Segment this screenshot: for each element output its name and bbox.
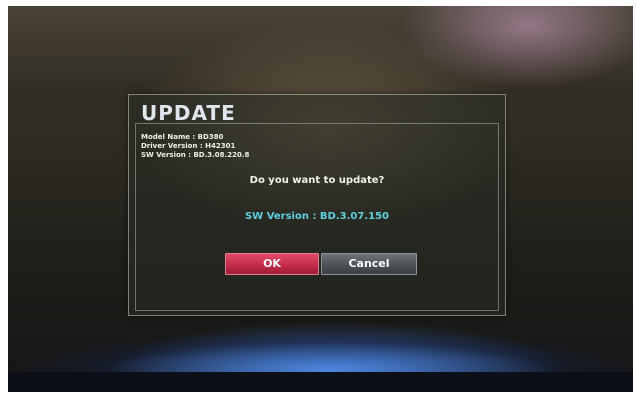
update-question: Do you want to update? — [249, 175, 385, 186]
current-sw-version-text: SW Version : BD.3.08.220.8 — [141, 151, 250, 159]
driver-version-text: Driver Version : H42301 — [141, 142, 236, 150]
photo-frame: UPDATE Model Name : BD380 Driver Version… — [0, 0, 636, 398]
screen-bottom-band — [8, 372, 633, 392]
tv-screen: UPDATE Model Name : BD380 Driver Version… — [8, 6, 633, 392]
dialog-title: UPDATE — [141, 101, 236, 125]
cancel-button[interactable]: Cancel — [321, 253, 417, 275]
ok-button[interactable]: OK — [225, 253, 319, 275]
update-dialog: UPDATE Model Name : BD380 Driver Version… — [128, 94, 506, 316]
model-name-text: Model Name : BD380 — [141, 133, 224, 141]
new-sw-version-text: SW Version : BD.3.07.150 — [244, 211, 390, 222]
screen-glare — [8, 6, 633, 86]
